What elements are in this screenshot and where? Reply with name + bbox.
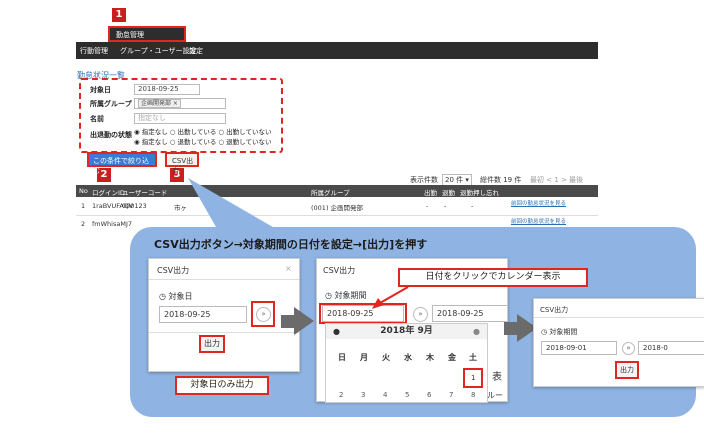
status-label: 出退勤の状態	[90, 131, 132, 139]
target-date-input[interactable]: 2018-09-25	[159, 306, 247, 323]
row-forgot: -	[471, 202, 474, 210]
callout-calendar: 日付をクリックでカレンダー表示	[398, 268, 588, 287]
calendar-day[interactable]: 4	[383, 391, 387, 399]
calendar-month: 2018年 9月	[380, 326, 433, 336]
name-label: 名前	[90, 115, 104, 123]
row-in: -	[426, 202, 429, 210]
target-date-label: ◷ 対象日	[159, 291, 193, 302]
calendar-day[interactable]: 8	[471, 391, 475, 399]
name-input[interactable]: 指定なし	[134, 113, 226, 124]
target-date-label-text: 対象日	[168, 292, 193, 301]
output-button[interactable]: 出力	[199, 335, 225, 353]
nav-item-group-user[interactable]: グループ・ユーザー設定	[120, 46, 196, 56]
panel-title: CSV出力ボタン→対象期間の日付を設定→[出力]を押す	[154, 238, 428, 251]
period-from-input[interactable]: 2018-09-01	[541, 341, 617, 355]
status-radios-1[interactable]: ◉ 指定なし ○ 出勤している ○ 出勤していない	[134, 126, 271, 136]
clock-icon: ◷	[325, 291, 335, 300]
calendar-day[interactable]: 2	[339, 391, 343, 399]
output-button[interactable]: 出力	[615, 361, 639, 379]
top-nav-bar: 行動管理 グループ・ユーザー設定 設定	[76, 42, 598, 59]
clock-icon: ◷	[159, 292, 169, 301]
cut-off-text: 表	[492, 372, 502, 383]
calendar-day-1[interactable]: 1	[463, 368, 483, 388]
csv-modal-single: CSV出力 × ◷ 対象日 2018-09-25 » 出力	[148, 258, 300, 372]
period-label: ◷ 対象期間	[541, 327, 577, 337]
modal-title: CSV出力	[323, 266, 356, 275]
nav-item-settings[interactable]: 設定	[189, 46, 203, 56]
calendar-day[interactable]: 7	[449, 391, 453, 399]
period-label: ◷ 対象期間	[325, 290, 367, 301]
dow-sat: 土	[469, 353, 477, 362]
cut-off-text: ルー	[487, 391, 503, 400]
step-badge-1: 1	[112, 8, 126, 22]
row-no: 1	[81, 202, 86, 210]
date-next-icon[interactable]: »	[256, 307, 271, 322]
filter-search-button[interactable]: この条件で絞り込む	[87, 152, 157, 175]
csv-export-button-label: CSV出力	[172, 157, 194, 175]
csv-export-button[interactable]: CSV出力	[165, 152, 199, 175]
col-forgot: 退勤押し忘れ	[460, 189, 499, 197]
period-label-text: 対象期間	[334, 291, 367, 300]
row-login: fmWhisaMJ7	[92, 220, 133, 228]
range-next-icon[interactable]: »	[413, 307, 428, 322]
col-out: 退勤	[442, 189, 455, 197]
status-radios-2[interactable]: ◉ 指定なし ○ 退勤している ○ 退勤していない	[134, 136, 271, 146]
csv-modal-range-filled: CSV出力 ◷ 対象期間 2018-09-01 » 2018-0 出力	[533, 298, 704, 387]
table-row[interactable]: 1 1raBVUFAQV 000123 市ヶ (001) 企画開発部 - - -…	[76, 198, 598, 216]
modal-title: CSV出力	[157, 266, 190, 275]
flow-arrow	[504, 322, 518, 335]
dow-mon: 月	[360, 353, 368, 362]
row-out: -	[444, 202, 447, 210]
nav-item-action[interactable]: 行動管理	[80, 46, 108, 56]
range-next-icon[interactable]: »	[622, 342, 635, 355]
period-to-input[interactable]: 2018-09-25	[432, 305, 507, 322]
callout-arrow	[372, 286, 409, 309]
pager[interactable]: 最初 < 1 > 最後	[530, 175, 583, 185]
row-no: 2	[81, 220, 86, 228]
row-code: 000123	[122, 202, 147, 210]
date-input[interactable]: 2018-09-25	[134, 84, 200, 95]
per-page-label: 表示件数	[410, 176, 438, 184]
dow-sun: 日	[338, 353, 346, 362]
col-login: ログインID	[92, 189, 125, 197]
flow-arrow-head	[294, 307, 314, 335]
period-label-text: 対象期間	[549, 328, 578, 336]
attendance-menu-highlight[interactable]: 勤怠管理	[108, 26, 186, 42]
date-label: 対象日	[90, 86, 111, 94]
col-code: ユーザーコード	[122, 189, 168, 197]
calendar-day[interactable]: 5	[405, 391, 409, 399]
col-in: 出勤	[424, 189, 437, 197]
table-header: No ログインID ユーザーコード 所属グループ 出勤 退勤 退勤押し忘れ	[76, 185, 598, 197]
row-history-link[interactable]: 前回の勤怠状況を見る	[511, 217, 571, 225]
callout-single-date: 対象日のみ出力	[175, 376, 269, 395]
total-count: 総件数 19 件	[480, 176, 522, 184]
group-input[interactable]: 企画開発部 ×	[134, 98, 226, 109]
group-tag[interactable]: 企画開発部 ×	[138, 99, 181, 108]
dow-tue: 火	[382, 353, 390, 362]
calendar-header: ● 2018年 9月 ●	[326, 324, 487, 339]
col-no: No	[79, 187, 88, 195]
next-month-icon[interactable]: ●	[473, 324, 480, 339]
filter-search-button-label: この条件で絞り込む	[93, 157, 149, 175]
calendar-day[interactable]: 3	[361, 391, 365, 399]
calendar-day-1-label: 1	[471, 374, 476, 382]
prev-month-icon[interactable]: ●	[333, 324, 340, 339]
dow-fri: 金	[448, 353, 456, 362]
row-history-link[interactable]: 前回の勤怠状況を見る	[511, 199, 571, 207]
modal-title: CSV出力	[540, 306, 569, 314]
col-group: 所属グループ	[311, 189, 350, 197]
panel-pointer	[188, 178, 285, 234]
calendar-popup: ● 2018年 9月 ● 日 月 火 水 木 金 土 1 2 3 4 5 6 7…	[325, 323, 488, 403]
dow-wed: 水	[404, 353, 412, 362]
close-icon[interactable]: ×	[285, 264, 292, 273]
flow-arrow	[281, 315, 295, 328]
calendar-day[interactable]: 6	[427, 391, 431, 399]
group-label: 所属グループ	[90, 100, 132, 108]
period-to-input[interactable]: 2018-0	[638, 341, 704, 355]
row-group: (001) 企画開発部	[311, 204, 364, 212]
attendance-menu-label: 勤怠管理	[116, 31, 144, 39]
dow-thu: 木	[426, 353, 434, 362]
